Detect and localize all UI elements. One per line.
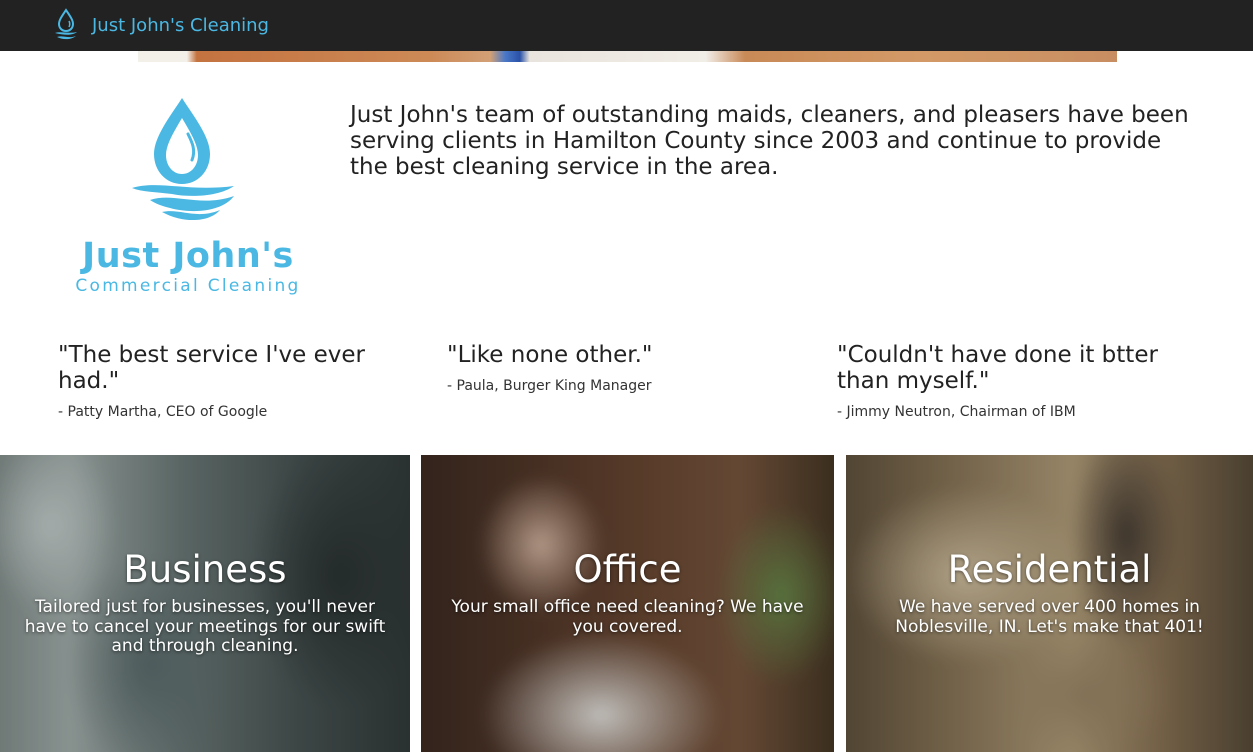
testimonial-2: "Like none other." - Paula, Burger King … [447, 342, 797, 395]
testimonial-author: - Patty Martha, CEO of Google [58, 404, 268, 420]
service-card-residential[interactable]: Residential We have served over 400 home… [846, 455, 1253, 752]
testimonial-author: - Jimmy Neutron, Chairman of IBM [837, 404, 1076, 420]
navbar: Just John's Cleaning [0, 0, 1253, 51]
testimonial-quote: "The best service I've ever had." [58, 342, 365, 394]
service-description: Your small office need cleaning? We have… [451, 597, 804, 637]
water-drop-icon [55, 8, 77, 40]
testimonial-author: - Paula, Burger King Manager [447, 378, 652, 394]
testimonial-quote: "Like none other." [447, 342, 653, 368]
testimonial-quote: "Couldn't have done it btter than myself… [837, 342, 1158, 394]
logo-title: Just John's [82, 236, 294, 276]
service-title: Residential [947, 548, 1152, 591]
testimonial-1: "The best service I've ever had." - Patt… [58, 342, 408, 421]
service-description: We have served over 400 homes in Noblesv… [895, 597, 1204, 637]
service-title: Office [573, 548, 682, 591]
testimonial-3: "Couldn't have done it btter than myself… [837, 342, 1187, 421]
intro-text: Just John's team of outstanding maids, c… [350, 102, 1189, 180]
water-drop-wave-icon [132, 98, 234, 221]
service-title: Business [123, 548, 287, 591]
service-card-office[interactable]: Office Your small office need cleaning? … [421, 455, 834, 752]
hero-image [138, 51, 1117, 62]
company-logo: Just John's Commercial Cleaning [62, 96, 314, 301]
service-description: Tailored just for businesses, you'll nev… [24, 597, 386, 656]
brand-link[interactable]: Just John's Cleaning [52, 8, 269, 42]
service-card-business[interactable]: Business Tailored just for businesses, y… [0, 455, 410, 752]
logo-subtitle: Commercial Cleaning [75, 276, 301, 296]
brand-name: Just John's Cleaning [92, 14, 269, 36]
